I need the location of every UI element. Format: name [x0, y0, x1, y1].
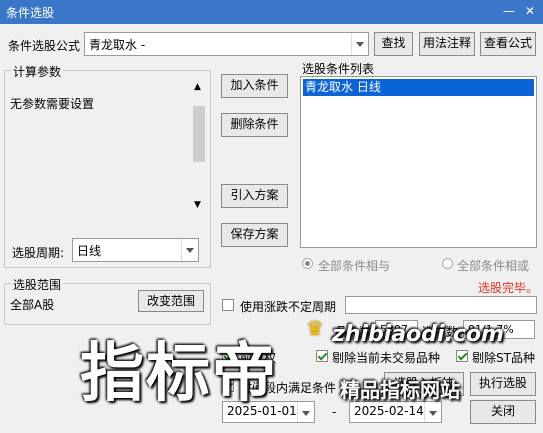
- close-icon[interactable]: ✕: [523, 4, 537, 18]
- params-legend: 计算参数: [11, 63, 64, 80]
- uncertain-period-field[interactable]: [345, 296, 537, 314]
- delete-condition-button[interactable]: 删除条件: [221, 113, 288, 137]
- or-label: 全部条件相或: [457, 259, 530, 273]
- chevron-down-icon[interactable]: [351, 33, 368, 55]
- view-formula-button[interactable]: 查看公式: [480, 32, 536, 56]
- scroll-thumb[interactable]: [193, 106, 205, 162]
- and-radio[interactable]: [302, 258, 313, 269]
- uncertain-period-checkbox[interactable]: [222, 299, 234, 311]
- title-bar: 条件选股 — ✕: [0, 0, 543, 24]
- conditions-list[interactable]: 青龙取水 日线: [300, 76, 537, 248]
- add-condition-button[interactable]: 加入条件: [221, 74, 288, 98]
- params-scrollbar[interactable]: ▲ ▼: [191, 80, 207, 214]
- watermark-url: zhibiaodi.com: [332, 322, 504, 347]
- end-date-picker[interactable]: 2025-02-14: [349, 401, 442, 423]
- period-value: 日线: [77, 244, 102, 258]
- minimize-icon[interactable]: —: [502, 4, 516, 18]
- watermark-slogan: 精品指标网站: [340, 378, 460, 402]
- end-date-value: 2025-02-14: [354, 404, 424, 418]
- exclude-st-checkbox[interactable]: [456, 350, 468, 362]
- formula-label: 条件选股公式: [8, 39, 81, 53]
- conditions-legend: 选股条件列表: [302, 62, 375, 76]
- formula-select[interactable]: 青龙取水 -: [84, 32, 369, 56]
- import-scheme-button[interactable]: 引入方案: [221, 184, 288, 208]
- window-title: 条件选股: [6, 6, 55, 20]
- uncertain-period-label: 使用涨跌不定周期: [240, 300, 337, 314]
- crown-icon: ♛: [306, 316, 324, 340]
- close-button[interactable]: 关闭: [470, 400, 536, 424]
- change-scope-button[interactable]: 改变范围: [138, 290, 204, 312]
- execute-button[interactable]: 执行选股: [470, 372, 536, 396]
- watermark-logo: 指标帝: [80, 337, 278, 411]
- formula-value: 青龙取水 -: [89, 38, 146, 52]
- scope-legend: 选股范围: [11, 276, 64, 293]
- status-text: 选股完毕。: [478, 281, 539, 295]
- and-label: 全部条件相与: [318, 259, 391, 273]
- period-label: 选股周期:: [12, 246, 65, 260]
- scope-value: 全部A股: [10, 298, 55, 312]
- chevron-down-icon[interactable]: [424, 402, 441, 422]
- exclude-st-label: 剔除ST品种: [472, 351, 535, 365]
- chevron-down-icon[interactable]: [297, 402, 314, 422]
- save-scheme-button[interactable]: 保存方案: [221, 223, 288, 247]
- exclude-unlisted-label: 剔除当前未交易品种: [332, 351, 441, 365]
- period-select[interactable]: 日线: [72, 238, 199, 262]
- find-button[interactable]: 查找: [374, 32, 413, 56]
- chevron-up-icon[interactable]: ▲: [194, 82, 201, 92]
- date-separator: -: [332, 405, 337, 419]
- exclude-unlisted-checkbox[interactable]: [316, 350, 328, 362]
- chevron-down-icon[interactable]: [181, 239, 198, 261]
- list-item[interactable]: 青龙取水 日线: [303, 79, 534, 96]
- chevron-down-icon[interactable]: ▼: [194, 200, 201, 210]
- params-message: 无参数需要设置: [10, 97, 95, 111]
- usage-button[interactable]: 用法注释: [419, 32, 475, 56]
- or-radio[interactable]: [442, 258, 453, 269]
